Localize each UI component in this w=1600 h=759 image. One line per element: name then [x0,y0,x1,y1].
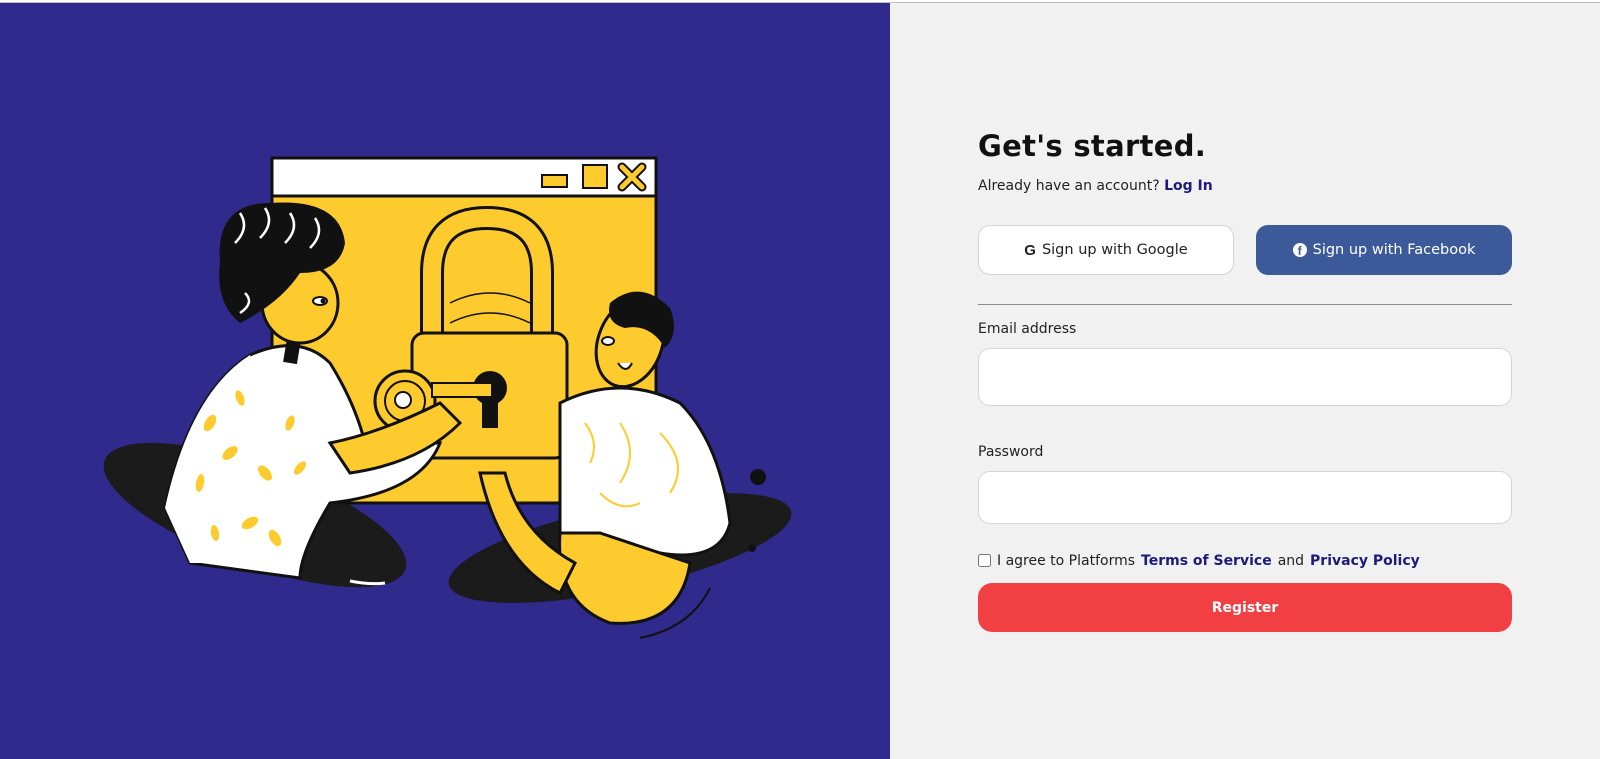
terms-checkbox[interactable] [978,553,991,567]
divider [978,304,1512,305]
login-prompt-text: Already have an account? [978,178,1160,194]
security-illustration [103,156,792,639]
signup-panel: Get's started. Already have an account? … [890,3,1600,759]
email-label: Email address [978,321,1077,337]
login-prompt: Already have an account? Log In [978,178,1213,194]
facebook-signup-label: Sign up with Facebook [1312,242,1476,258]
agree-prefix: I agree to Platforms [997,553,1136,569]
login-link[interactable]: Log In [1164,178,1213,194]
password-field[interactable] [978,471,1512,524]
email-field[interactable] [978,348,1512,406]
illustration-panel [0,3,890,759]
password-label: Password [978,444,1044,460]
facebook-icon: f [1292,243,1307,257]
google-icon: G [1024,241,1036,259]
facebook-signup-button[interactable]: f Sign up with Facebook [1256,225,1512,275]
terms-agreement: I agree to Platforms Terms of Service an… [978,553,1420,569]
page-title: Get's started. [978,129,1207,163]
terms-of-service-link[interactable]: Terms of Service [1141,553,1272,569]
agree-and: and [1277,553,1305,569]
google-signup-button[interactable]: G Sign up with Google [978,225,1234,275]
google-signup-label: Sign up with Google [1041,242,1188,258]
privacy-policy-link[interactable]: Privacy Policy [1310,553,1420,569]
register-button[interactable]: Register [978,583,1512,632]
